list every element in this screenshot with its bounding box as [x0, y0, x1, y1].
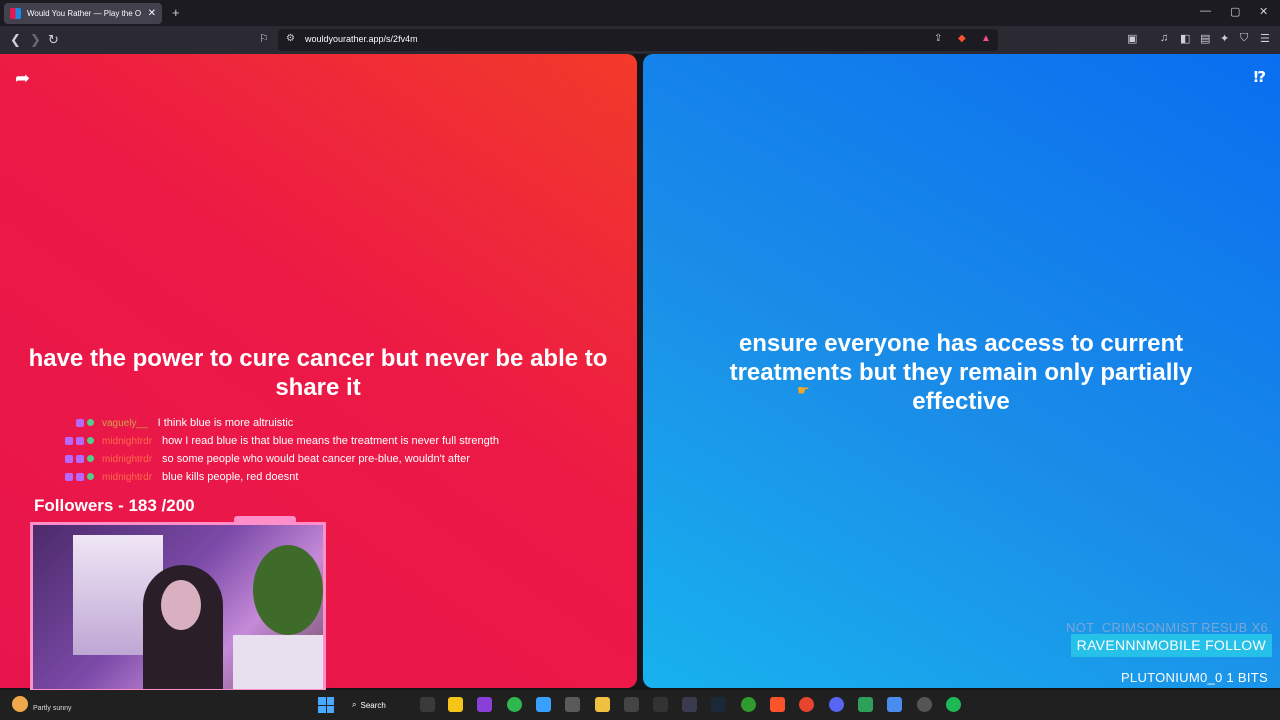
- drive-icon[interactable]: [858, 697, 873, 712]
- obs-icon[interactable]: [917, 697, 932, 712]
- stream-alert: NOT_CRIMSONMIST RESUB X6: [1066, 620, 1268, 635]
- vpn-icon[interactable]: ⛉: [1240, 32, 1248, 45]
- badge-icon: [65, 473, 73, 481]
- stream-alert-highlight: RAVENNNMOBILE FOLLOW: [1070, 634, 1272, 657]
- chat-text: I think blue is more altruistic: [157, 417, 294, 429]
- badge-icon: [76, 473, 84, 481]
- badge-icon: [65, 437, 73, 445]
- chat-badges: [48, 455, 94, 463]
- maximize-icon[interactable]: ▢: [1230, 5, 1240, 18]
- webcam-face: [161, 580, 201, 630]
- badge-icon: [87, 455, 94, 462]
- weather-text[interactable]: Partly sunny: [33, 705, 72, 712]
- minimize-icon[interactable]: —: [1200, 5, 1211, 17]
- tab-title: Would You Rather — Play the O: [27, 9, 142, 18]
- share-page-icon[interactable]: ⇪: [934, 33, 942, 44]
- page-content: ➦ have the power to cure cancer but neve…: [0, 54, 1280, 692]
- webcam-shelf: [233, 635, 323, 689]
- site-info-icon[interactable]: ⚙: [286, 33, 295, 44]
- brave-shields-icon[interactable]: ◆: [958, 33, 966, 44]
- chat-badges: [48, 437, 94, 445]
- app-icon[interactable]: [477, 697, 492, 712]
- spotify-icon[interactable]: [946, 697, 961, 712]
- taskbar-search[interactable]: ⌕ Search: [352, 696, 402, 714]
- option-red-panel[interactable]: ➦ have the power to cure cancer but neve…: [0, 54, 637, 692]
- taskbar: Partly sunny ⌕ Search: [0, 690, 1280, 720]
- app-icon[interactable]: [887, 697, 902, 712]
- bookmark-icon[interactable]: ⚐: [259, 32, 269, 45]
- app-icon[interactable]: [624, 697, 639, 712]
- wallet-icon[interactable]: ▤: [1200, 32, 1210, 45]
- followers-goal: Followers - 183 /200: [34, 496, 195, 515]
- url-text[interactable]: wouldyourather.app/s/2fv4m: [305, 34, 418, 44]
- chat-username: midnightrdr: [102, 453, 153, 465]
- reload-icon[interactable]: ↻: [48, 32, 59, 48]
- file-explorer-icon[interactable]: [595, 697, 610, 712]
- xbox-icon[interactable]: [741, 697, 756, 712]
- share-icon[interactable]: ➦: [15, 68, 30, 89]
- chat-badges: [48, 473, 94, 481]
- hand-cursor-icon: ☛: [797, 382, 810, 398]
- badge-icon: [76, 419, 84, 427]
- menu-icon[interactable]: ☰: [1260, 32, 1270, 45]
- chat-message: midnightrdr so some people who would bea…: [48, 451, 470, 467]
- option-blue-text: ensure everyone has access to current tr…: [729, 330, 1193, 415]
- tab-strip: Would You Rather — Play the O ✕ + — ▢ ✕: [0, 0, 1280, 26]
- app-icon[interactable]: [653, 697, 668, 712]
- chat-badges: [48, 419, 94, 427]
- new-tab-icon[interactable]: +: [172, 5, 180, 20]
- chat-text: how I read blue is that blue means the t…: [162, 435, 499, 447]
- chat-message: midnightrdr how I read blue is that blue…: [48, 433, 499, 449]
- search-icon: ⌕: [352, 700, 357, 709]
- option-red-text: have the power to cure cancer but never …: [28, 345, 608, 401]
- browser-tab[interactable]: Would You Rather — Play the O ✕: [4, 3, 162, 24]
- webcam-overlay: [30, 522, 326, 692]
- app-icon[interactable]: [536, 697, 551, 712]
- badge-icon: [65, 455, 73, 463]
- option-blue-panel[interactable]: ⁉ ensure everyone has access to current …: [643, 54, 1280, 688]
- badge-icon: [87, 473, 94, 480]
- chrome-icon[interactable]: [799, 697, 814, 712]
- media-icon[interactable]: ♫: [1160, 32, 1168, 44]
- start-icon[interactable]: [318, 697, 334, 713]
- close-tab-icon[interactable]: ✕: [148, 8, 156, 19]
- stream-alert: PLUTONIUM0_0 1 BITS: [1120, 670, 1268, 685]
- forward-icon[interactable]: ❯: [30, 32, 41, 48]
- sticky-notes-icon[interactable]: [448, 697, 463, 712]
- chat-message: vaguely__ I think blue is more altruisti…: [48, 415, 293, 431]
- app-icon[interactable]: [682, 697, 697, 712]
- store-icon[interactable]: [565, 697, 580, 712]
- close-window-icon[interactable]: ✕: [1259, 5, 1268, 18]
- brave-icon[interactable]: [770, 697, 785, 712]
- split-view-icon[interactable]: ◧: [1180, 32, 1190, 45]
- chat-username: midnightrdr: [102, 435, 153, 447]
- webcam-plant: [253, 545, 323, 635]
- chat-message: midnightrdr blue kills people, red doesn…: [48, 469, 298, 485]
- site-favicon-icon: [10, 8, 21, 19]
- badge-icon: [87, 437, 94, 444]
- steam-icon[interactable]: [711, 697, 726, 712]
- chat-text: blue kills people, red doesnt: [162, 471, 299, 483]
- badge-icon: [87, 419, 94, 426]
- chat-username: midnightrdr: [102, 471, 153, 483]
- weather-icon[interactable]: [12, 696, 28, 712]
- rewards-icon[interactable]: ▲: [981, 33, 991, 44]
- badge-icon: [76, 455, 84, 463]
- chat-username: vaguely__: [102, 417, 148, 429]
- navigation-bar: ❮ ❯ ↻ ⚐ ⚙ wouldyourather.app/s/2fv4m ⇪ ◆…: [0, 26, 1280, 54]
- sidebar-icon[interactable]: ▣: [1127, 32, 1137, 45]
- search-label: Search: [360, 700, 386, 710]
- address-bar[interactable]: ⚙ wouldyourather.app/s/2fv4m ⇪ ◆ ▲: [278, 29, 998, 51]
- task-view-icon[interactable]: [420, 697, 435, 712]
- discord-icon[interactable]: [829, 697, 844, 712]
- badge-icon: [76, 437, 84, 445]
- chat-text: so some people who would beat cancer pre…: [162, 453, 470, 465]
- back-icon[interactable]: ❮: [10, 32, 21, 48]
- ai-assistant-icon[interactable]: ✦: [1220, 32, 1229, 45]
- app-icon[interactable]: [507, 697, 522, 712]
- help-icon[interactable]: ⁉: [1254, 68, 1266, 86]
